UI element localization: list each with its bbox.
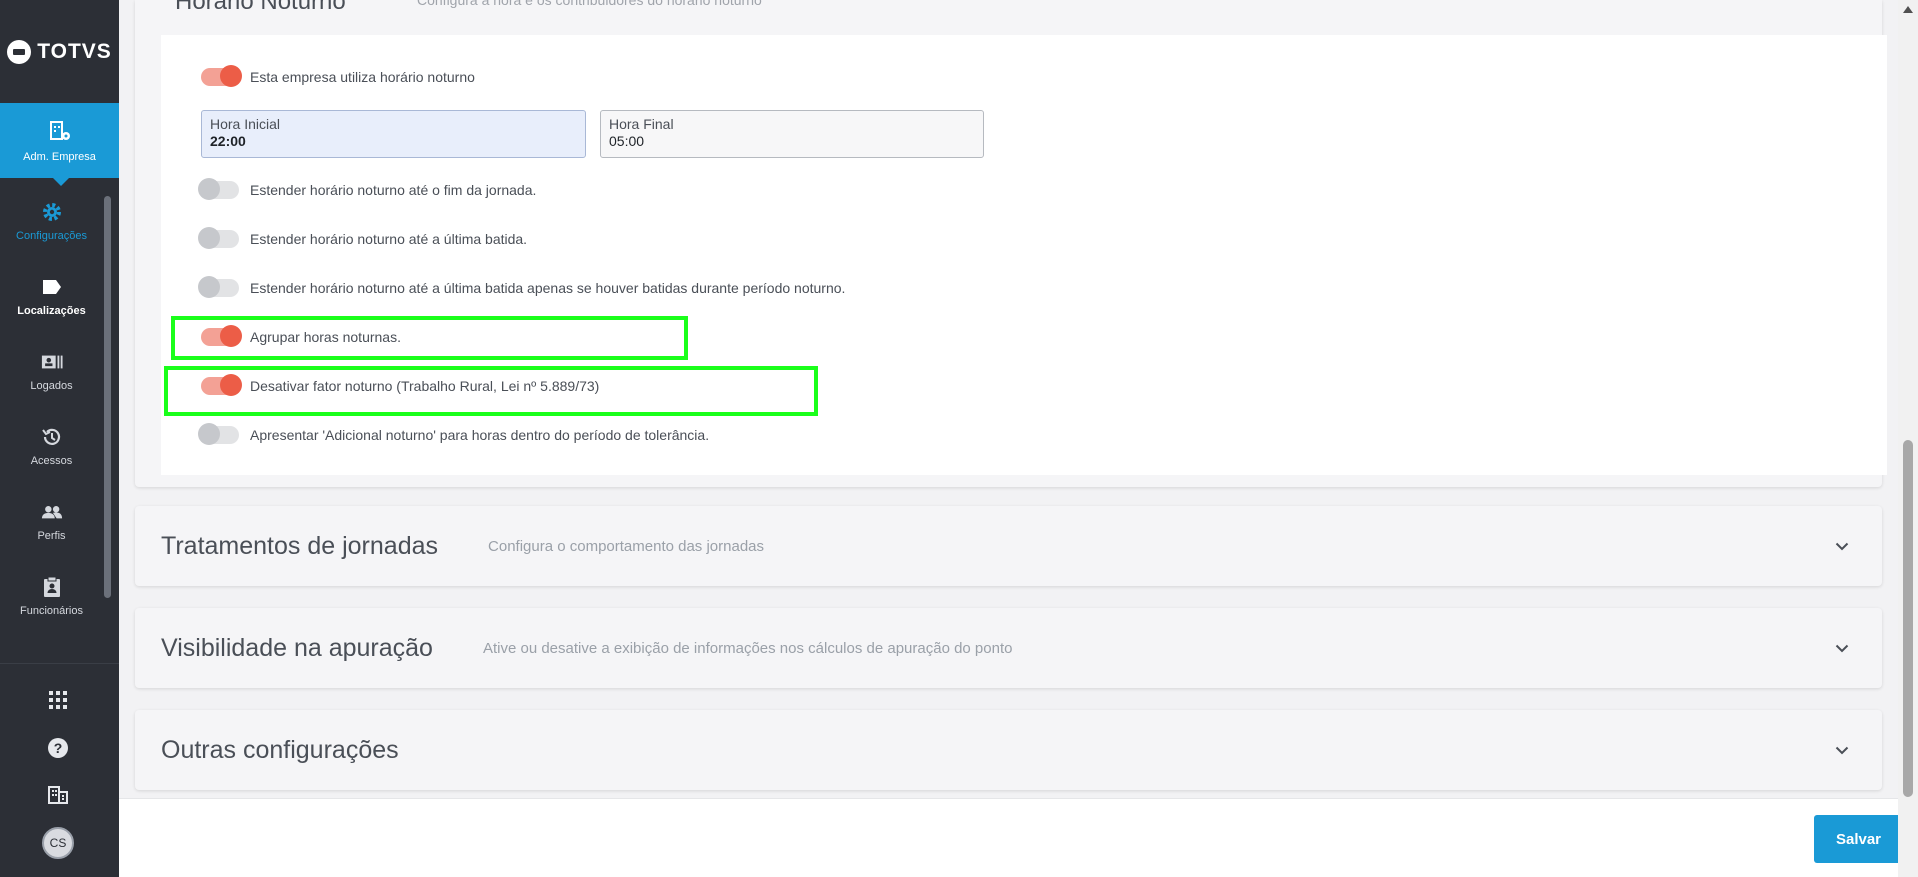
- brand-name: TOTVS: [37, 39, 112, 63]
- nav-funcionarios[interactable]: Funcionários: [0, 565, 103, 627]
- toggle-extend-end-of-shift[interactable]: [198, 178, 239, 200]
- gear-icon: [41, 201, 63, 223]
- user-avatar[interactable]: CS: [42, 827, 74, 859]
- clipboard-user-icon: [41, 576, 63, 598]
- label-night-bonus-tolerance: Apresentar 'Adicional noturno' para hora…: [250, 427, 710, 443]
- row-uses-night[interactable]: Esta empresa utiliza horário noturno: [201, 65, 475, 87]
- hora-inicial-value[interactable]: 22:00: [210, 133, 577, 149]
- nav-logados-label: Logados: [30, 379, 73, 392]
- building-settings-icon: [49, 120, 70, 140]
- sidebar-scroll-thumb[interactable]: [104, 196, 111, 598]
- chevron-down-icon[interactable]: [1832, 740, 1852, 760]
- label-uses-night: Esta empresa utiliza horário noturno: [250, 69, 475, 85]
- company-icon[interactable]: [43, 780, 73, 810]
- totvs-logo-icon: [7, 39, 32, 64]
- nav-adm-empresa-label: Adm. Empresa: [23, 150, 96, 163]
- totvs-logo[interactable]: TOTVS: [0, 0, 119, 103]
- toggle-uses-night[interactable]: [201, 65, 242, 87]
- nav-acessos[interactable]: Acessos: [0, 415, 103, 477]
- nav-adm-empresa[interactable]: Adm. Empresa: [0, 103, 119, 186]
- section-description: Configura a hora e os contribuidores do …: [417, 0, 762, 8]
- help-icon[interactable]: ?: [43, 733, 73, 763]
- nav-logados[interactable]: Logados: [0, 340, 103, 402]
- scroll-up-arrow-icon[interactable]: [1903, 6, 1913, 13]
- history-icon: [41, 426, 63, 448]
- row-night-bonus-tolerance[interactable]: Apresentar 'Adicional noturno' para hora…: [198, 423, 710, 445]
- highlight-box-group-hours: [171, 316, 688, 360]
- nav-localizacoes[interactable]: Localizações: [0, 265, 103, 327]
- accordion-visibilidade-title: Visibilidade na apuração: [161, 633, 433, 662]
- accordion-outras[interactable]: Outras configurações: [135, 710, 1882, 790]
- toggle-extend-last-punch[interactable]: [198, 227, 239, 249]
- label-extend-last-punch: Estender horário noturno até a última ba…: [250, 231, 528, 247]
- accordion-visibilidade[interactable]: Visibilidade na apuração Ative ou desati…: [135, 608, 1882, 688]
- accordion-tratamentos-title: Tratamentos de jornadas: [161, 531, 439, 560]
- label-icon: [41, 276, 63, 298]
- nav-perfis-label: Perfis: [37, 529, 66, 542]
- page-scroll-thumb[interactable]: [1903, 440, 1913, 797]
- hora-final-value[interactable]: 05:00: [609, 133, 975, 149]
- accordion-visibilidade-description: Ative ou desative a exibição de informaç…: [482, 639, 1013, 657]
- section-title: Horário Noturno: [175, 0, 346, 15]
- nav-acessos-label: Acessos: [30, 454, 73, 467]
- chevron-down-icon[interactable]: [1832, 638, 1852, 658]
- apps-grid-icon[interactable]: [43, 685, 73, 715]
- nav-perfis[interactable]: Perfis: [0, 490, 103, 552]
- save-button[interactable]: Salvar: [1814, 815, 1903, 863]
- svg-text:?: ?: [54, 740, 63, 756]
- nav-configuracoes-label: Configurações: [16, 229, 87, 242]
- sidebar: TOTVS Adm. Empresa Configurações Localiz…: [0, 0, 119, 877]
- row-extend-last-punch-night[interactable]: Estender horário noturno até a última ba…: [198, 276, 846, 298]
- toggle-extend-last-punch-night[interactable]: [198, 276, 239, 298]
- row-extend-last-punch[interactable]: Estender horário noturno até a última ba…: [198, 227, 528, 249]
- chevron-down-icon[interactable]: [1832, 536, 1852, 556]
- badge-icon: [41, 351, 63, 373]
- hora-inicial-label: Hora Inicial: [210, 116, 281, 132]
- row-extend-end-of-shift[interactable]: Estender horário noturno até o fim da jo…: [198, 178, 537, 200]
- label-extend-end-of-shift: Estender horário noturno até o fim da jo…: [250, 182, 537, 198]
- accordion-tratamentos-description: Configura o comportamento das jornadas: [488, 537, 765, 555]
- hora-final-label: Hora Final: [609, 116, 674, 132]
- people-icon: [41, 501, 63, 523]
- accordion-outras-title: Outras configurações: [161, 735, 399, 764]
- toggle-night-bonus-tolerance[interactable]: [198, 423, 239, 445]
- label-extend-last-punch-night: Estender horário noturno até a última ba…: [250, 280, 846, 296]
- nav-funcionarios-label: Funcionários: [20, 604, 83, 617]
- hora-inicial-field[interactable]: Hora Inicial 22:00: [201, 110, 586, 158]
- highlight-box-night-factor: [164, 366, 818, 416]
- hora-final-field[interactable]: Hora Final 05:00: [600, 110, 984, 158]
- nav-localizacoes-label: Localizações: [17, 304, 86, 317]
- nav-configuracoes[interactable]: Configurações: [0, 190, 103, 252]
- footer-bar: [119, 798, 1898, 877]
- accordion-tratamentos[interactable]: Tratamentos de jornadas Configura o comp…: [135, 506, 1882, 586]
